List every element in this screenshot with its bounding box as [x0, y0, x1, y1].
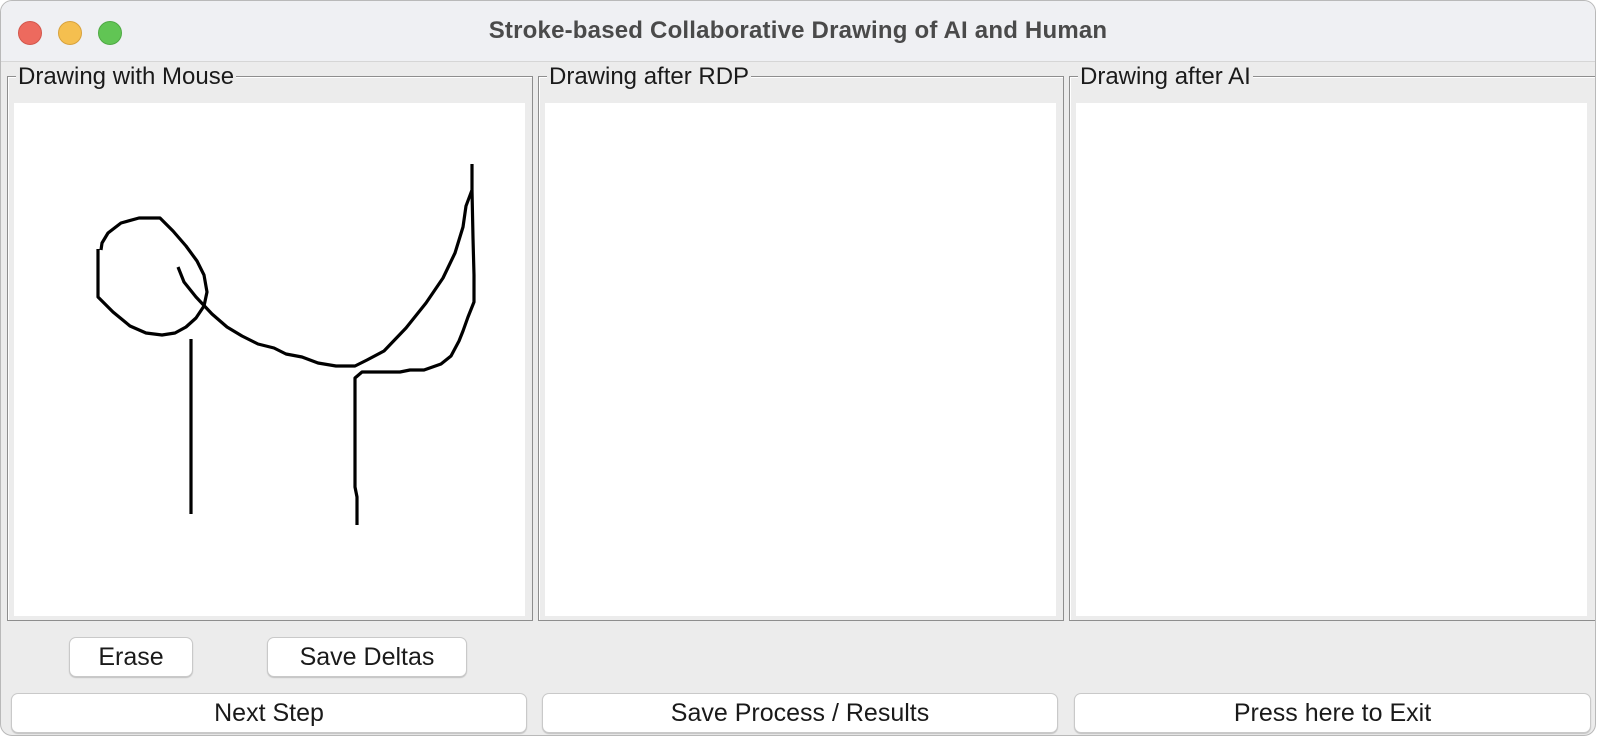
save-deltas-button[interactable]: Save Deltas [267, 637, 467, 677]
ai-drawing-panel: Drawing after AI [1069, 64, 1595, 621]
save-process-results-button[interactable]: Save Process / Results [542, 693, 1058, 733]
ai-drawing-canvas [1076, 103, 1587, 616]
exit-button[interactable]: Press here to Exit [1074, 693, 1591, 733]
mouse-drawing-canvas[interactable] [14, 103, 525, 616]
title-bar[interactable]: Stroke-based Collaborative Drawing of AI… [1, 1, 1595, 62]
mouse-drawing-panel: Drawing with Mouse [7, 64, 533, 621]
stroke-wave [176, 164, 474, 368]
rdp-drawing-panel-title: Drawing after RDP [547, 63, 752, 90]
rdp-drawing-panel: Drawing after RDP [538, 64, 1064, 621]
app-window: Stroke-based Collaborative Drawing of AI… [0, 0, 1596, 736]
erase-button[interactable]: Erase [69, 637, 193, 677]
mouse-drawing-panel-title: Drawing with Mouse [16, 63, 237, 90]
mouse-drawing-strokes [96, 164, 476, 525]
window-title: Stroke-based Collaborative Drawing of AI… [488, 17, 1108, 44]
stroke-loop [96, 216, 209, 337]
next-step-button[interactable]: Next Step [11, 693, 527, 733]
rdp-drawing-canvas [545, 103, 1056, 616]
ai-drawing-panel-title: Drawing after AI [1078, 63, 1253, 90]
